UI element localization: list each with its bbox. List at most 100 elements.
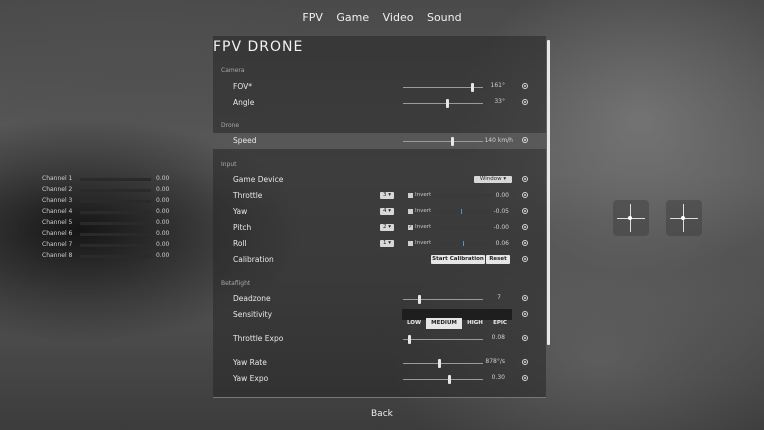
roll-row: Roll 1 ▾ Invert 0.06 [213,236,546,252]
reset-icon[interactable] [522,137,528,143]
channel-value: 0.00 [156,186,170,193]
reset-icon[interactable] [522,335,528,341]
yaw-rate-label: Yaw Rate [233,358,267,367]
channel-bar [80,200,151,203]
yaw-value: -0.05 [493,208,509,215]
deadzone-label: Deadzone [233,294,271,303]
yaw-channel-dropdown[interactable]: 4 ▾ [380,208,395,215]
calibration-row: Calibration Start Calibration Reset [213,252,546,268]
right-stick-visualizer [666,200,702,236]
channel-row: Channel 3 0.00 [42,197,172,207]
roll-channel-dropdown[interactable]: 1 ▾ [380,240,395,247]
channel-bar [80,255,151,258]
tab-game[interactable]: Game [336,11,369,24]
reset-icon[interactable] [522,208,528,214]
sensitivity-option-medium[interactable]: MEDIUM [426,318,462,329]
speed-label: Speed [233,136,257,145]
throttle-row: Throttle 3 ▾ Invert 0.00 [213,188,546,204]
roll-invert-label: Invert [415,240,432,246]
sensitivity-segmented-control: LOW MEDIUM HIGH EPIC [402,309,512,329]
calibration-label: Calibration [233,255,274,264]
channel-row: Channel 5 0.00 [42,219,172,229]
pitch-channel-dropdown[interactable]: 2 ▾ [380,224,395,231]
sensitivity-option-epic[interactable]: EPIC [488,318,512,329]
stick-position-dot [681,216,685,220]
channel-label: Channel 6 [42,230,73,237]
throttle-channel-dropdown[interactable]: 3 ▾ [380,192,395,199]
speed-slider-thumb[interactable] [450,137,454,146]
yaw-expo-slider-thumb[interactable] [448,375,452,384]
roll-invert-checkbox[interactable] [408,241,413,246]
channel-bar [80,178,151,181]
throttle-invert-checkbox[interactable] [408,193,413,198]
yaw-expo-row: Yaw Expo 0.30 [213,371,546,387]
channel-label: Channel 7 [42,241,73,248]
deadzone-slider-thumb[interactable] [418,295,421,304]
yaw-invert-checkbox[interactable] [408,209,413,214]
reset-icon[interactable] [522,256,528,262]
throttle-invert-label: Invert [415,192,432,198]
panel-scrollbar[interactable] [547,40,550,345]
roll-axis-marker [463,241,464,246]
pitch-invert-checkbox[interactable]: ✓ [408,225,413,230]
channel-row: Channel 4 0.00 [42,208,172,218]
tab-video[interactable]: Video [383,11,414,24]
stick-position-dot [628,216,632,220]
fov-value: 161° [490,82,505,89]
deadzone-row: Deadzone 7 [213,291,546,307]
throttle-label: Throttle [233,191,263,200]
reset-icon[interactable] [522,375,528,381]
yaw-expo-value: 0.30 [491,374,505,381]
speed-slider-track[interactable] [403,141,483,142]
reset-icon[interactable] [522,311,528,317]
yaw-rate-slider-thumb[interactable] [438,359,441,368]
reset-icon[interactable] [522,99,528,105]
pitch-value: -0.00 [493,224,509,231]
sensitivity-option-low[interactable]: LOW [402,318,426,329]
roll-label: Roll [233,239,247,248]
channel-row: Channel 8 0.00 [42,252,172,262]
game-device-row: Game Device Window ▾ [213,172,546,188]
angle-label: Angle [233,98,255,107]
reset-icon[interactable] [522,83,528,89]
throttle-expo-slider-thumb[interactable] [408,335,412,344]
yaw-expo-label: Yaw Expo [233,374,269,383]
channel-bar [80,222,151,225]
speed-value: 140 km/h [484,137,513,144]
reset-icon[interactable] [522,176,528,182]
channel-value: 0.00 [156,197,170,204]
pitch-invert-label: Invert [415,224,432,230]
reset-icon[interactable] [522,359,528,365]
start-calibration-button[interactable]: Start Calibration [431,255,485,264]
back-button[interactable]: Back [371,409,393,419]
game-device-dropdown[interactable]: Window ▾ [474,176,512,183]
section-camera: Camera [221,67,245,74]
channel-bar [80,189,151,192]
channel-label: Channel 2 [42,186,73,193]
roll-value: 0.06 [495,240,509,247]
reset-icon[interactable] [522,192,528,198]
reset-calibration-button[interactable]: Reset [486,255,510,264]
pitch-row: Pitch 2 ▾ ✓ Invert -0.00 [213,220,546,236]
top-nav: FPV Game Video Sound [0,11,764,24]
yaw-label: Yaw [233,207,248,216]
left-stick-visualizer [613,200,649,236]
sensitivity-option-high[interactable]: HIGH [462,318,488,329]
section-betaflight: Betaflight [221,280,251,287]
channel-bar [80,244,151,247]
tab-sound[interactable]: Sound [427,11,462,24]
reset-icon[interactable] [522,224,528,230]
reset-icon[interactable] [522,295,528,301]
tab-fpv[interactable]: FPV [302,11,323,24]
reset-icon[interactable] [522,240,528,246]
angle-slider-thumb[interactable] [446,99,449,108]
page-title: FPV DRONE [213,39,304,55]
channel-row: Channel 6 0.00 [42,230,172,240]
throttle-expo-row: Throttle Expo 0.08 [213,331,546,347]
channel-row: Channel 1 0.00 [42,175,172,185]
fov-row: FOV* 161° [213,79,546,95]
channel-value: 0.00 [156,208,170,215]
yaw-axis-marker [461,209,462,214]
throttle-expo-value: 0.08 [491,334,505,341]
channel-value: 0.00 [156,175,170,182]
